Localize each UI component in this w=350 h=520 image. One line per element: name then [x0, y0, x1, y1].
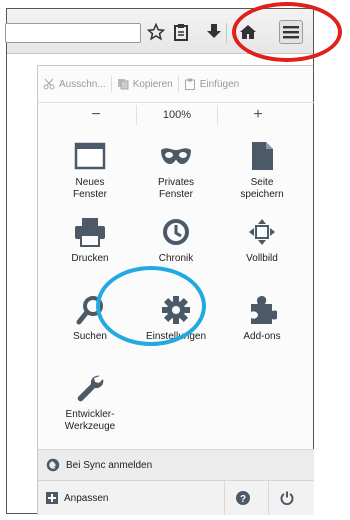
edit-controls: Ausschn... Kopieren Einfügen [38, 66, 314, 103]
copy-label: Kopieren [132, 78, 173, 90]
print-button[interactable]: Drucken [48, 214, 132, 284]
clipboard-list-icon [174, 24, 188, 41]
copy-button[interactable]: Kopieren [112, 74, 178, 94]
history-button[interactable]: Chronik [134, 214, 218, 284]
history-icon [158, 214, 194, 250]
private-window-icon [158, 138, 194, 174]
quit-button[interactable] [268, 481, 305, 515]
cut-label: Ausschn... [59, 78, 106, 90]
download-arrow-icon [207, 24, 221, 38]
zoom-controls: − 100% + [38, 102, 314, 128]
private-window-button[interactable]: Privates Fenster [134, 138, 218, 208]
settings-gear-icon [158, 292, 194, 328]
grid-label: Privates Fenster [157, 177, 195, 200]
zoom-reset-button[interactable]: 100% [136, 105, 218, 125]
fullscreen-icon [244, 214, 280, 250]
zoom-out-button[interactable]: − [56, 106, 136, 124]
bookmark-star-button[interactable] [145, 21, 167, 43]
toolbar [5, 9, 313, 54]
copy-icon [117, 79, 129, 90]
star-icon [147, 23, 165, 41]
open-menu-button[interactable] [279, 20, 303, 44]
addons-button[interactable]: Add-ons [220, 292, 304, 362]
downloads-button[interactable] [203, 21, 225, 43]
paste-label: Einfügen [199, 78, 240, 90]
customize-label: Anpassen [64, 492, 109, 504]
search-button[interactable]: Suchen [48, 292, 132, 362]
grid-label: Suchen [73, 331, 107, 342]
fullscreen-button[interactable]: Vollbild [220, 214, 304, 284]
main-menu-panel: Ausschn... Kopieren Einfügen − 100% + Ne… [37, 65, 314, 515]
developer-tools-icon [72, 370, 108, 406]
preferences-button[interactable]: Einstellungen [134, 292, 218, 362]
new-window-icon [72, 138, 108, 174]
search-icon [72, 292, 108, 328]
scissors-icon [43, 78, 55, 90]
home-button[interactable] [237, 21, 259, 43]
grid-label: Vollbild [246, 253, 278, 264]
bookmarks-menu-button[interactable] [170, 21, 192, 43]
save-page-button[interactable]: Seite speichern [220, 138, 304, 208]
zoom-in-button[interactable]: + [218, 106, 298, 124]
grid-label: Neues Fenster [73, 177, 107, 200]
help-icon: ? [236, 491, 250, 505]
grid-label: Seite speichern [240, 177, 284, 200]
home-icon [240, 25, 256, 39]
paste-button[interactable]: Einfügen [179, 74, 244, 94]
grid-label: Chronik [158, 253, 194, 264]
sync-icon [46, 458, 60, 472]
toolbar-separator [226, 23, 227, 43]
sync-label: Bei Sync anmelden [66, 459, 153, 471]
url-bar[interactable] [5, 23, 141, 43]
browser-window: Ausschn... Kopieren Einfügen − 100% + Ne… [5, 8, 314, 515]
new-window-button[interactable]: Neues Fenster [48, 138, 132, 208]
grid-label: Einstellungen [145, 331, 207, 342]
save-page-icon [244, 138, 280, 174]
print-icon [72, 214, 108, 250]
help-button[interactable]: ? [224, 481, 261, 515]
developer-tools-button[interactable]: Entwickler- Werkzeuge [48, 370, 132, 440]
grid-label: Entwickler- Werkzeuge [64, 409, 116, 432]
paste-clipboard-icon [184, 78, 195, 90]
grid-label: Drucken [71, 253, 109, 264]
addons-icon [244, 292, 280, 328]
customize-button[interactable]: Anpassen [46, 492, 108, 504]
sync-signin-button[interactable]: Bei Sync anmelden [38, 449, 314, 481]
svg-text:?: ? [240, 494, 246, 505]
hamburger-menu-icon [283, 26, 299, 39]
power-icon [280, 491, 294, 505]
grid-label: Add-ons [243, 331, 281, 342]
plus-square-icon [46, 492, 58, 504]
cut-button[interactable]: Ausschn... [38, 74, 111, 94]
menu-footer: Anpassen ? [38, 481, 314, 515]
